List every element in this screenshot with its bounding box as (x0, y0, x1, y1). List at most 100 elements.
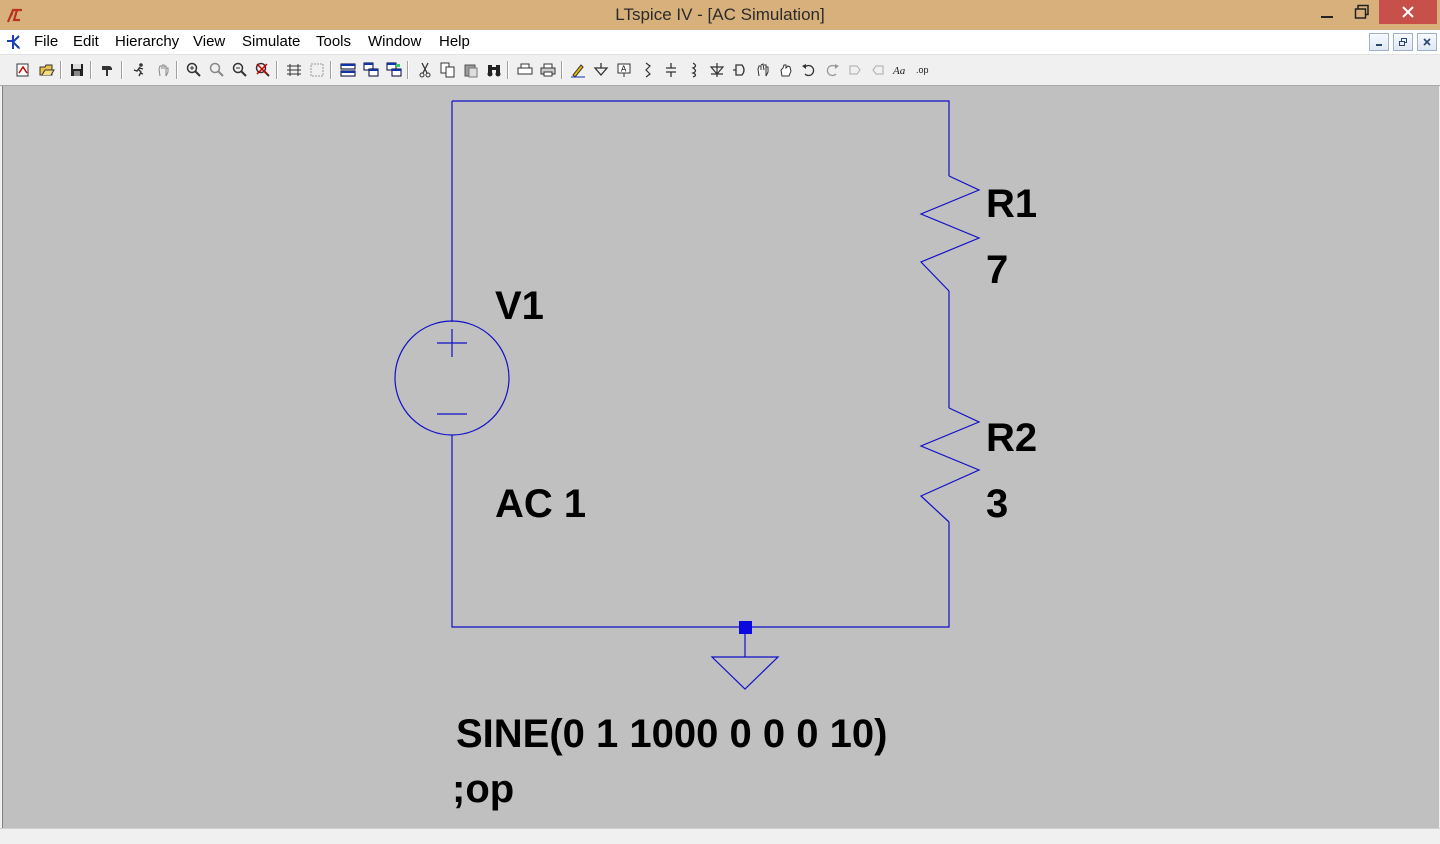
toolbar-separator (330, 61, 332, 79)
move-icon (757, 63, 769, 77)
toolbar-separator (507, 61, 509, 79)
tile-vertical-icon (386, 62, 402, 77)
print-setup-icon (517, 63, 533, 75)
menu-window[interactable]: Window (368, 33, 421, 50)
restore-icon (1354, 4, 1369, 19)
op-directive[interactable]: ;op (452, 767, 514, 811)
voltage-source-v1[interactable] (394, 320, 510, 436)
print-button[interactable] (538, 59, 558, 81)
menu-help[interactable]: Help (439, 33, 470, 50)
tile-horizontal-button[interactable] (338, 59, 358, 81)
tile-vertical-button[interactable] (384, 59, 404, 81)
capacitor-button[interactable] (661, 59, 681, 81)
draw-wire-icon (571, 64, 585, 78)
undo-button[interactable] (799, 59, 819, 81)
toolbar-separator (90, 61, 92, 79)
open-button[interactable] (37, 59, 57, 81)
menu-hierarchy[interactable]: Hierarchy (115, 33, 179, 50)
new-schematic-button[interactable] (13, 59, 33, 81)
paste-icon (464, 64, 478, 78)
diode-button[interactable] (707, 59, 727, 81)
source-value-label[interactable]: AC 1 (495, 482, 586, 526)
r2-name-label[interactable]: R2 (986, 416, 1037, 460)
resistor-icon (645, 62, 651, 78)
toolbar-separator (561, 61, 563, 79)
halt-icon (158, 64, 169, 77)
mdi-close-button[interactable] (1417, 33, 1437, 51)
find-button[interactable] (484, 59, 504, 81)
zoom-out-icon (232, 62, 247, 77)
toolbar-separator (276, 61, 278, 79)
schematic-document-icon[interactable] (4, 32, 24, 52)
copy-button[interactable] (438, 59, 458, 81)
grid-button[interactable] (307, 59, 327, 81)
spice-directive-button[interactable]: .op (914, 59, 934, 81)
mdi-minimize-button[interactable] (1369, 33, 1389, 51)
zoom-cancel-button[interactable] (253, 59, 273, 81)
run-button[interactable] (129, 59, 149, 81)
autorange-icon (287, 64, 301, 76)
svg-text:Aa: Aa (892, 65, 906, 77)
menu-edit[interactable]: Edit (73, 33, 99, 50)
schematic-canvas[interactable]: V1 AC 1 R1 7 R2 3 SINE(0 1 1000 0 0 0 10… (2, 86, 1439, 828)
mirror-icon (872, 65, 884, 75)
close-icon (1402, 6, 1414, 18)
ground-symbol[interactable] (710, 627, 780, 690)
wire-top[interactable] (452, 100, 950, 176)
paste-button[interactable] (461, 59, 481, 81)
menu-bar: File Edit Hierarchy View Simulate Tools … (0, 30, 1440, 55)
menu-simulate[interactable]: Simulate (242, 33, 300, 50)
save-button[interactable] (67, 59, 87, 81)
inductor-icon (691, 62, 697, 78)
zoom-full-button[interactable] (207, 59, 227, 81)
save-icon (71, 64, 83, 76)
restore-button[interactable] (1345, 0, 1379, 24)
draw-wire-button[interactable] (568, 59, 588, 81)
cascade-button[interactable] (361, 59, 381, 81)
autorange-button[interactable] (284, 59, 304, 81)
inductor-button[interactable] (684, 59, 704, 81)
mdi-restore-button[interactable] (1393, 33, 1413, 51)
close-icon (1423, 38, 1431, 46)
r1-value-label[interactable]: 7 (986, 248, 1008, 292)
zoom-in-button[interactable] (184, 59, 204, 81)
zoom-out-button[interactable] (230, 59, 250, 81)
status-bar (0, 828, 1440, 844)
r1-name-label[interactable]: R1 (986, 182, 1037, 226)
window-title: LTspice IV - [AC Simulation] (615, 5, 825, 24)
mirror-button[interactable] (868, 59, 888, 81)
resistor-r1[interactable] (919, 175, 981, 292)
resistor-button[interactable] (638, 59, 658, 81)
menu-tools[interactable]: Tools (316, 33, 351, 50)
redo-button[interactable] (822, 59, 842, 81)
grid-icon (310, 63, 324, 77)
text-button[interactable]: Aa (891, 59, 911, 81)
close-button[interactable] (1379, 0, 1437, 24)
cut-icon (419, 62, 431, 78)
cut-button[interactable] (415, 59, 435, 81)
ground-junction[interactable] (739, 621, 752, 634)
halt-button[interactable] (153, 59, 173, 81)
cascade-icon (363, 62, 379, 77)
drag-button[interactable] (776, 59, 796, 81)
run-icon (133, 63, 144, 77)
r2-value-label[interactable]: 3 (986, 482, 1008, 526)
resistor-r2[interactable] (919, 407, 981, 523)
print-setup-button[interactable] (515, 59, 535, 81)
rotate-button[interactable] (845, 59, 865, 81)
source-name-label[interactable]: V1 (495, 284, 544, 328)
label-net-button[interactable]: A (614, 59, 634, 81)
minimize-button[interactable] (1310, 0, 1344, 24)
control-panel-button[interactable] (98, 59, 118, 81)
menu-file[interactable]: File (34, 33, 58, 50)
move-button[interactable] (753, 59, 773, 81)
menu-view[interactable]: View (193, 33, 225, 50)
component-icon (733, 64, 745, 76)
sine-directive[interactable]: SINE(0 1 1000 0 0 0 10) (456, 712, 887, 756)
rotate-icon (849, 65, 861, 75)
undo-icon (802, 64, 815, 77)
wire-bottom[interactable] (451, 435, 950, 628)
ground-button[interactable] (591, 59, 611, 81)
component-button[interactable] (730, 59, 750, 81)
svg-text:.op: .op (916, 65, 929, 75)
